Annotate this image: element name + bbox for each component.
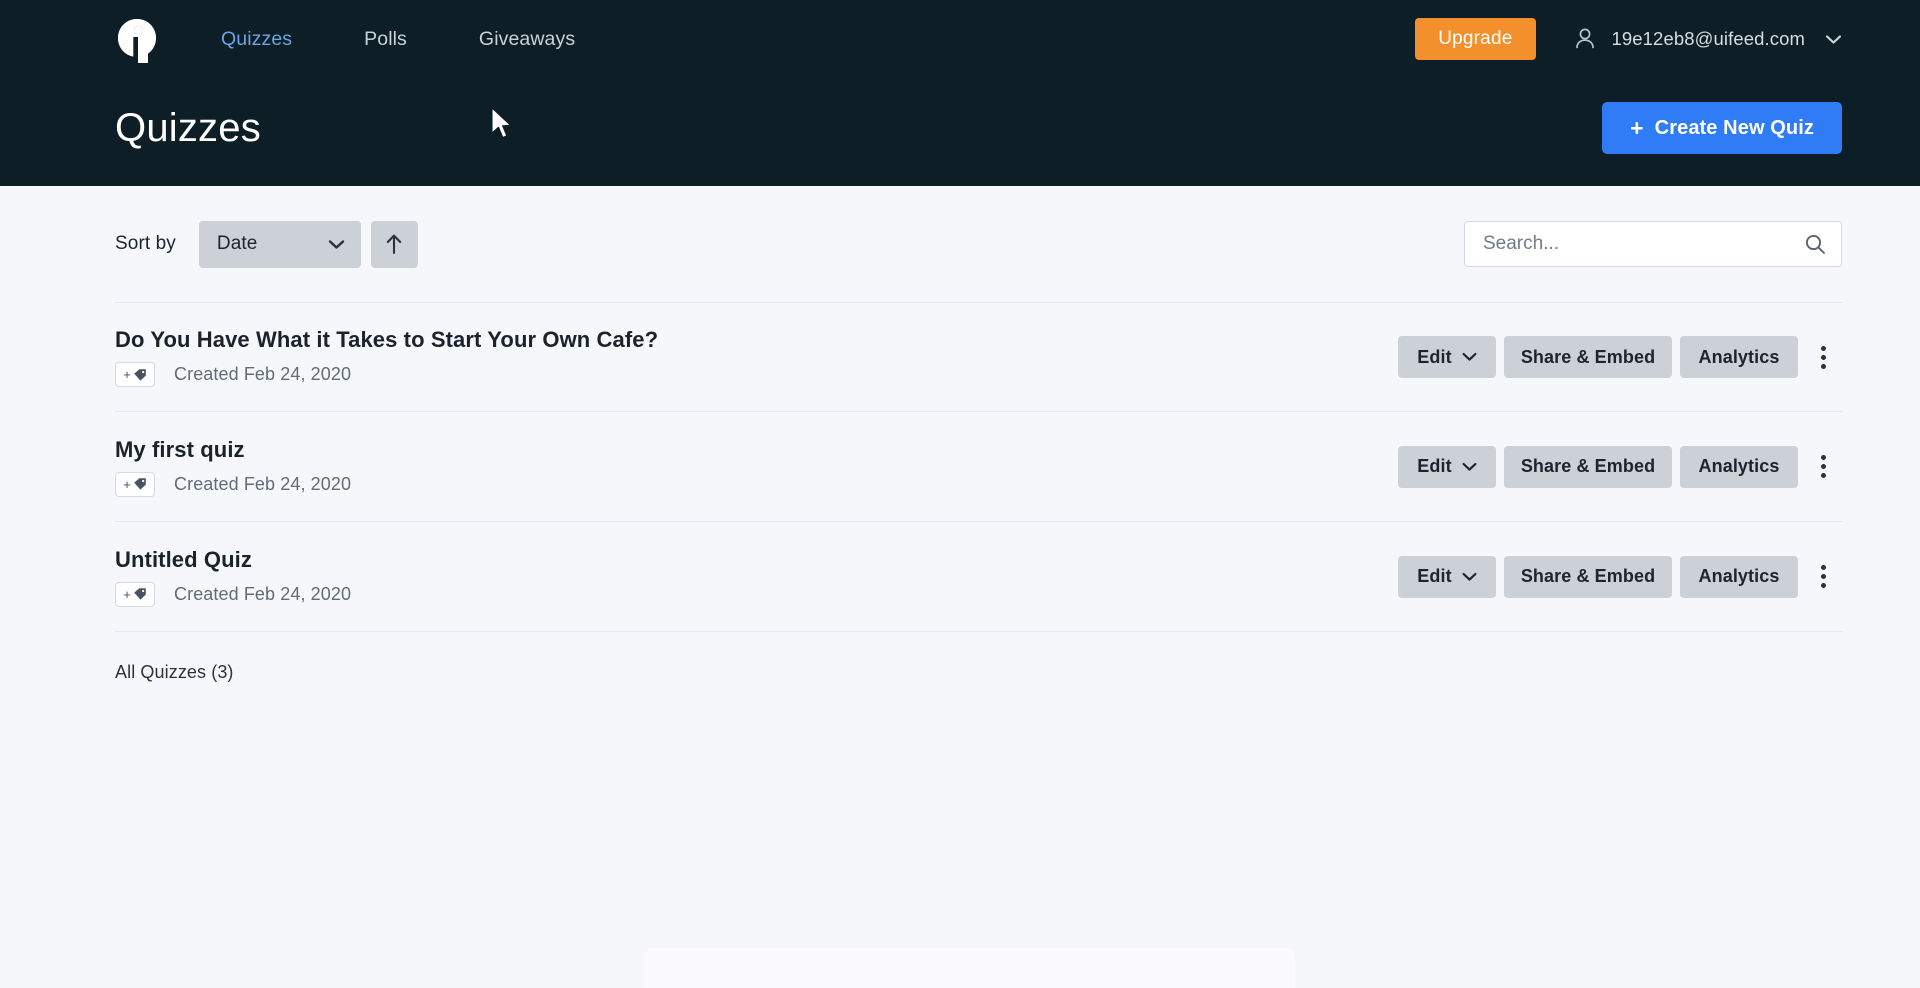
edit-label: Edit: [1417, 456, 1452, 476]
edit-button[interactable]: Edit: [1398, 445, 1496, 488]
create-new-quiz-label: Create New Quiz: [1654, 116, 1814, 139]
sort-direction-button[interactable]: [370, 220, 418, 268]
chevron-down-icon: [1462, 572, 1477, 581]
quiz-created-date: Created Feb 24, 2020: [174, 473, 352, 494]
plus-icon: +: [1630, 114, 1644, 141]
info-circle-logo-icon: [118, 19, 156, 63]
plus-icon: +: [123, 367, 131, 382]
bottom-panel-peek: [645, 948, 1295, 988]
quiz-actions: Edit Share & Embed Analytics: [1398, 336, 1842, 378]
search-icon[interactable]: [1803, 232, 1827, 256]
search-input[interactable]: [1483, 233, 1803, 255]
quiz-row[interactable]: My first quiz + Created Feb 24, 2020 Edi…: [115, 412, 1842, 522]
app-header: Quizzes Polls Giveaways Upgrade 19e12eb8…: [0, 0, 1920, 186]
chevron-down-icon: [1462, 352, 1477, 361]
add-tag-button[interactable]: +: [115, 362, 155, 387]
nav-item-giveaways[interactable]: Giveaways: [479, 28, 575, 51]
main-content: Sort by Date Search... Do You Have What …: [0, 186, 1920, 683]
sort-by-value: Date: [216, 233, 258, 254]
share-embed-button[interactable]: Share & Embed: [1504, 336, 1672, 378]
search-box[interactable]: [1464, 221, 1842, 267]
add-tag-button[interactable]: +: [115, 581, 155, 607]
upgrade-button[interactable]: Upgrade: [1415, 18, 1536, 60]
tag-icon: [133, 368, 146, 381]
nav-right-group: Upgrade 19e12eb8@uifeed.com: [1415, 0, 1920, 78]
quiz-info: My first quiz + Created Feb 24, 2020: [115, 437, 351, 497]
top-navbar: Quizzes Polls Giveaways Upgrade 19e12eb8…: [0, 0, 1920, 78]
sort-by-select[interactable]: Date: [198, 220, 361, 268]
quiz-meta: + Created Feb 24, 2020: [115, 471, 352, 497]
chevron-down-icon: [1825, 34, 1842, 44]
quiz-row[interactable]: Do You Have What it Takes to Start Your …: [115, 302, 1842, 412]
edit-button[interactable]: Edit: [1398, 555, 1496, 598]
add-tag-button[interactable]: +: [115, 471, 155, 497]
analytics-button[interactable]: Analytics: [1680, 336, 1798, 378]
nav-item-polls[interactable]: Polls: [364, 28, 407, 51]
user-email-label: 19e12eb8@uifeed.com: [1611, 28, 1805, 49]
quiz-list: Do You Have What it Takes to Start Your …: [115, 302, 1842, 632]
quiz-title[interactable]: Do You Have What it Takes to Start Your …: [115, 327, 658, 353]
plus-icon: +: [123, 586, 131, 602]
plus-icon: +: [123, 476, 131, 492]
quiz-title[interactable]: My first quiz: [115, 437, 351, 463]
user-icon: [1575, 28, 1594, 49]
edit-label: Edit: [1417, 566, 1452, 586]
all-quizzes-count: All Quizzes (3): [115, 662, 234, 682]
quiz-title[interactable]: Untitled Quiz: [115, 547, 351, 573]
app-logo[interactable]: [113, 15, 161, 63]
more-vertical-icon[interactable]: [1804, 336, 1842, 378]
more-vertical-icon[interactable]: [1804, 556, 1842, 598]
quiz-actions: Edit Share & Embed Analytics: [1398, 445, 1842, 488]
quiz-info: Untitled Quiz + Created Feb 24, 2020: [115, 547, 351, 607]
arrow-up-icon: [387, 234, 402, 255]
edit-button[interactable]: Edit: [1398, 336, 1496, 378]
quiz-created-date: Created Feb 24, 2020: [174, 583, 352, 604]
tag-icon: [133, 588, 146, 600]
page-title-row: Quizzes + Create New Quiz: [0, 78, 1920, 178]
chevron-down-icon: [1462, 462, 1477, 471]
nav-links: Quizzes Polls Giveaways: [221, 28, 647, 51]
quiz-meta: + Created Feb 24, 2020: [115, 581, 352, 607]
create-new-quiz-button[interactable]: + Create New Quiz: [1602, 102, 1842, 154]
share-embed-button[interactable]: Share & Embed: [1504, 555, 1672, 598]
chevron-down-icon: [328, 239, 345, 249]
sort-by-label: Sort by: [115, 233, 176, 254]
quiz-info: Do You Have What it Takes to Start Your …: [115, 327, 658, 387]
more-vertical-icon[interactable]: [1804, 446, 1842, 488]
analytics-button[interactable]: Analytics: [1680, 555, 1798, 598]
quiz-actions: Edit Share & Embed Analytics: [1398, 555, 1842, 598]
list-toolbar: Sort by Date: [115, 186, 1842, 302]
nav-item-quizzes[interactable]: Quizzes: [221, 28, 292, 51]
quiz-created-date: Created Feb 24, 2020: [174, 364, 352, 384]
page-title: Quizzes: [115, 105, 261, 150]
edit-label: Edit: [1417, 346, 1452, 367]
sort-controls: Sort by Date: [115, 220, 418, 268]
analytics-button[interactable]: Analytics: [1680, 445, 1798, 488]
quiz-meta: + Created Feb 24, 2020: [115, 362, 658, 387]
quiz-row[interactable]: Untitled Quiz + Created Feb 24, 2020 Edi…: [115, 522, 1842, 632]
tag-icon: [133, 478, 146, 490]
share-embed-button[interactable]: Share & Embed: [1504, 445, 1672, 488]
user-menu[interactable]: 19e12eb8@uifeed.com: [1574, 26, 1843, 52]
